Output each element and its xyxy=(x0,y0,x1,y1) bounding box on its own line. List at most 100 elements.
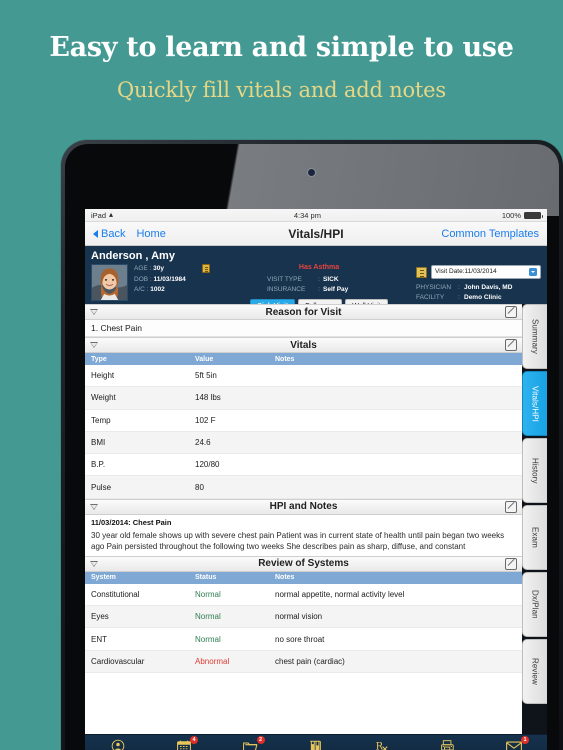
reason-item[interactable]: 1. Chest Pain xyxy=(85,320,522,337)
visit-type-value: SICK xyxy=(323,276,339,283)
edit-icon[interactable] xyxy=(505,306,517,318)
tab-summary[interactable]: Summary xyxy=(522,304,547,369)
promo-subhead: Quickly fill vitals and add notes xyxy=(117,78,446,102)
tab-review[interactable]: Review xyxy=(522,639,547,704)
visit-type-label: VISIT TYPE xyxy=(267,276,302,283)
person-circle-icon xyxy=(111,738,125,750)
clock-label: 4:34 pm xyxy=(293,210,321,220)
toolbar-item-messages[interactable]: 1 Messages xyxy=(481,735,547,750)
visit-date-picker[interactable]: Visit Date:11/03/2014 xyxy=(431,265,541,279)
toolbar-item-search[interactable]: Search xyxy=(85,735,151,750)
ros-table-header: System Status Notes xyxy=(85,571,522,584)
battery-percent-label: 100% xyxy=(501,210,521,220)
ros-notes: chest pain (cardiac) xyxy=(275,656,345,666)
vitals-col-value: Value xyxy=(195,355,214,363)
ros-col-notes: Notes xyxy=(275,574,295,582)
tab-history[interactable]: History xyxy=(522,438,547,503)
tab-vitals-hpi[interactable]: Vitals/HPI xyxy=(522,371,547,436)
status-badge: Normal xyxy=(195,589,221,599)
toolbar-item-refills[interactable]: R Refills xyxy=(349,735,415,750)
ros-notes: normal vision xyxy=(275,612,323,622)
edit-icon[interactable] xyxy=(505,339,517,351)
edit-icon[interactable] xyxy=(505,500,517,513)
vitals-value: 148 lbs xyxy=(195,393,221,403)
vitals-value: 80 xyxy=(195,482,204,492)
chevron-down-icon xyxy=(529,268,537,276)
table-row[interactable]: Eyes Normal normal vision xyxy=(85,606,522,629)
vitals-type: B.P. xyxy=(91,460,106,470)
tab-label: Exam xyxy=(530,527,540,548)
dob-value: 11/03/1984 xyxy=(153,275,186,283)
facility-value: Demo Clinic xyxy=(464,294,502,301)
svg-text:R: R xyxy=(376,741,384,750)
note-flag-icon[interactable] xyxy=(416,266,427,278)
section-header-ros[interactable]: Review of Systems xyxy=(85,555,522,572)
badge-count: 4 xyxy=(190,735,198,744)
vitals-type: BMI xyxy=(91,438,106,448)
table-row[interactable]: Temp 102 F xyxy=(85,409,522,432)
back-button-label: Back xyxy=(101,227,126,240)
vitals-type: Weight xyxy=(91,393,116,403)
table-row[interactable]: BMI 24.6 xyxy=(85,431,522,455)
table-row[interactable]: Height 5ft 5in xyxy=(85,365,522,388)
tab-label: Vitals/HPI xyxy=(530,385,540,422)
vitals-type: Height xyxy=(91,371,115,381)
patient-photo-icon xyxy=(92,265,127,300)
table-row[interactable]: Cardiovascular Abnormal chest pain (card… xyxy=(85,650,522,673)
hpi-entry-date: 11/03/2014: Chest Pain xyxy=(85,514,522,529)
toolbar-item-charts[interactable]: 2 Charts xyxy=(217,735,283,750)
section-header-hpi[interactable]: HPI and Notes xyxy=(85,498,522,515)
ros-col-status: Status xyxy=(195,574,217,582)
vitals-value: 120/80 xyxy=(195,460,220,470)
vitals-col-type: Type xyxy=(91,355,107,363)
tab-label: Review xyxy=(530,658,540,685)
avatar xyxy=(91,264,128,301)
insurance-separator: : xyxy=(318,286,320,293)
envelope-icon: 1 xyxy=(506,735,529,750)
promo-page: Easy to learn and simple to use Quickly … xyxy=(0,0,563,750)
insurance-label: INSURANCE xyxy=(267,286,306,293)
table-row[interactable]: ENT Normal no sore throat xyxy=(85,628,522,651)
battery-icon xyxy=(524,211,543,219)
table-row[interactable]: B.P. 120/80 xyxy=(85,454,522,477)
vitals-value: 24.6 xyxy=(195,438,211,448)
toolbar-item-faxes[interactable]: Faxes xyxy=(415,735,481,750)
toolbar-item-labs[interactable]: Labs xyxy=(283,735,349,750)
app-screen: iPad ▴ 4:34 pm 100% Back Home Vitals/HPI… xyxy=(85,209,547,750)
hpi-entry-text[interactable]: 30 year old female shows up with severe … xyxy=(85,528,522,556)
table-row[interactable]: Pulse 80 xyxy=(85,476,522,499)
rx-icon: R xyxy=(375,738,389,750)
insurance-value: Self Pay xyxy=(323,286,349,293)
section-title-ros: Review of Systems xyxy=(258,558,349,570)
chart-scroll-area[interactable]: Reason for Visit 1. Chest Pain Vitals Ty… xyxy=(85,304,522,734)
back-button[interactable]: Back xyxy=(93,228,125,240)
edit-icon[interactable] xyxy=(505,557,517,570)
section-header-reason[interactable]: Reason for Visit xyxy=(85,304,522,320)
home-button[interactable]: Home xyxy=(136,228,165,240)
vitals-value: 102 F xyxy=(195,415,216,425)
account-value: 1002 xyxy=(150,286,165,293)
physician-value: John Davis, MD xyxy=(464,284,513,291)
navigation-bar: Back Home Vitals/HPI Common Templates xyxy=(85,222,547,246)
tab-dx-plan[interactable]: Dx/Plan xyxy=(522,572,547,637)
chart-content: Reason for Visit 1. Chest Pain Vitals Ty… xyxy=(85,304,547,734)
common-templates-button[interactable]: Common Templates xyxy=(441,228,539,240)
ros-system: Cardiovascular xyxy=(91,656,145,666)
section-header-vitals[interactable]: Vitals xyxy=(85,337,522,353)
tab-label: Dx/Plan xyxy=(530,590,540,619)
section-title-hpi: HPI and Notes xyxy=(269,501,338,513)
tab-exam[interactable]: Exam xyxy=(522,505,547,570)
ros-col-system: System xyxy=(91,574,116,582)
age-value: 30y xyxy=(153,265,165,272)
badge-count: 2 xyxy=(256,735,265,744)
section-title-reason: Reason for Visit xyxy=(265,306,342,318)
table-row[interactable]: Weight 148 lbs xyxy=(85,387,522,410)
calendar-icon: 4 xyxy=(177,735,198,750)
front-camera-icon xyxy=(308,169,315,176)
toolbar-item-schedule[interactable]: 4 Schedule xyxy=(151,735,217,750)
section-tab-rail: Summary Vitals/HPI History Exam Dx/Plan … xyxy=(522,304,547,734)
alert-flag-icon[interactable] xyxy=(202,264,210,273)
visit-date-text: Visit Date:11/03/2014 xyxy=(435,268,497,275)
provider-info: Visit Date:11/03/2014 PHYSICIAN : John D… xyxy=(416,264,541,303)
table-row[interactable]: Constitutional Normal normal appetite, n… xyxy=(85,583,522,607)
